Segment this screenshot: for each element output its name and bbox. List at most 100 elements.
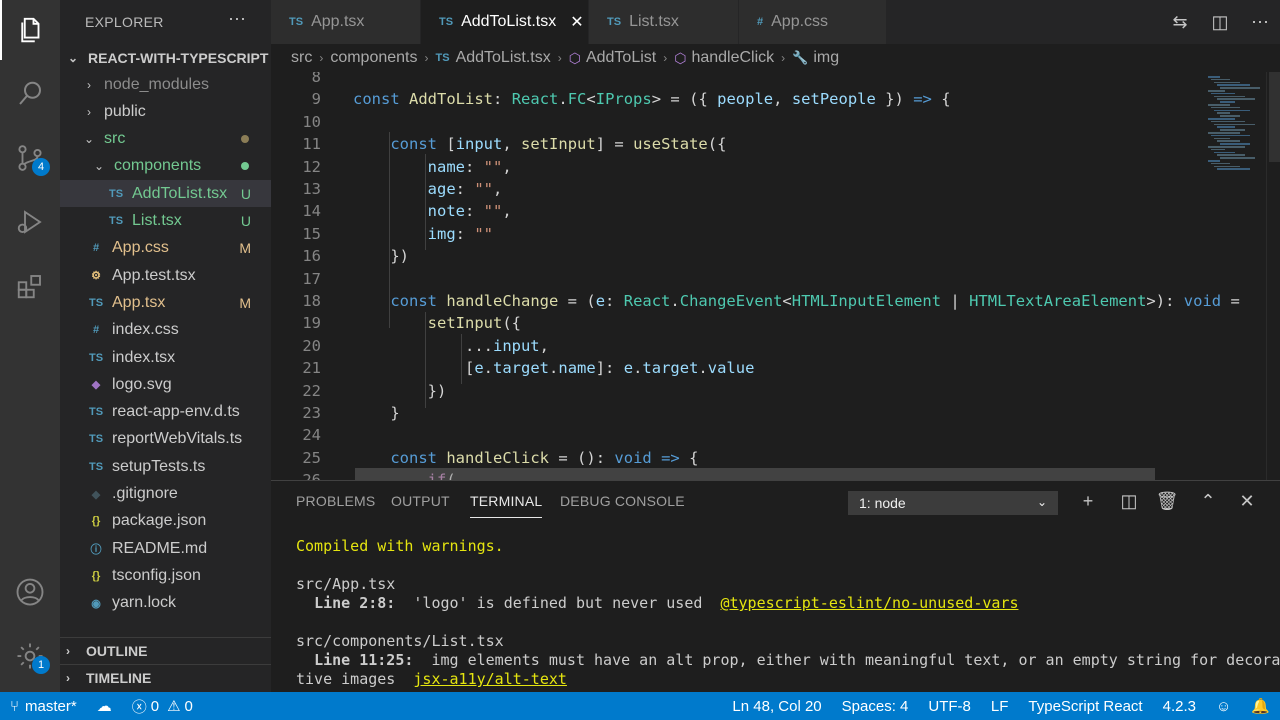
- feedback-icon[interactable]: ☺: [1216, 698, 1231, 715]
- notifications-icon[interactable]: 🔔: [1251, 697, 1270, 715]
- terminal-select[interactable]: 1: node ⌄: [848, 491, 1058, 515]
- editor-tab[interactable]: # App.css: [739, 0, 887, 44]
- code-line[interactable]: 10: [271, 111, 1280, 133]
- tree-item[interactable]: ◆ logo.svg: [60, 371, 271, 398]
- end-of-line[interactable]: LF: [991, 698, 1009, 715]
- code-line[interactable]: 24: [271, 424, 1280, 446]
- breadcrumb-item[interactable]: AddToList.tsx: [456, 49, 551, 67]
- code-line[interactable]: 22 }): [271, 380, 1280, 402]
- editor-tab[interactable]: TS App.tsx: [271, 0, 421, 44]
- tree-item[interactable]: TS setupTests.ts: [60, 453, 271, 480]
- breadcrumb-item[interactable]: AddToList: [586, 49, 656, 67]
- files-icon: [21, 17, 40, 43]
- tree-item[interactable]: ◉ yarn.lock: [60, 590, 271, 617]
- terminal-output[interactable]: Compiled with warnings. src/App.tsx Line…: [296, 537, 1280, 689]
- breadcrumb-item[interactable]: handleClick: [691, 49, 774, 67]
- language-mode[interactable]: TypeScript React: [1028, 698, 1142, 715]
- tree-item-label: reportWebVitals.ts: [112, 430, 243, 448]
- search-activity-button[interactable]: [0, 64, 60, 124]
- run-debug-activity-button[interactable]: [0, 192, 60, 252]
- scrollbar-thumb[interactable]: [1269, 72, 1280, 162]
- code-line[interactable]: 12 name: "",: [271, 156, 1280, 178]
- maximize-panel-icon[interactable]: ⌃: [1196, 491, 1220, 515]
- vertical-scrollbar[interactable]: [1266, 72, 1280, 480]
- split-editor-icon[interactable]: ◫: [1200, 12, 1240, 33]
- close-panel-icon[interactable]: ✕: [1235, 491, 1259, 515]
- code-line[interactable]: 17: [271, 268, 1280, 290]
- accounts-activity-button[interactable]: [0, 562, 60, 622]
- line-number: 14: [302, 202, 321, 221]
- problems-item[interactable]: ⓧ 0 ⚠ 0: [132, 696, 193, 717]
- tree-item[interactable]: TS index.tsx: [60, 344, 271, 371]
- code-line[interactable]: 18 const handleChange = (e: React.Change…: [271, 290, 1280, 312]
- more-actions-icon[interactable]: ⋯: [1240, 12, 1280, 33]
- code-line[interactable]: 13 age: "",: [271, 178, 1280, 200]
- tree-item[interactable]: TS App.tsx M: [60, 289, 271, 316]
- tree-item[interactable]: ⓘ README.md: [60, 535, 271, 562]
- outline-section[interactable]: › OUTLINE: [60, 637, 271, 664]
- breadcrumb-item[interactable]: img: [813, 49, 839, 67]
- tree-item[interactable]: ◆ .gitignore: [60, 481, 271, 508]
- tree-item-label: public: [104, 102, 146, 120]
- code-line[interactable]: 23 }: [271, 402, 1280, 424]
- timeline-section[interactable]: › TIMELINE: [60, 664, 271, 691]
- trash-icon[interactable]: 🗑: [1155, 491, 1179, 515]
- code-line[interactable]: 21 [e.target.name]: e.target.value: [271, 357, 1280, 379]
- tree-item[interactable]: TS List.tsx U: [60, 208, 271, 235]
- panel-tab[interactable]: TERMINAL: [470, 493, 543, 518]
- horizontal-scrollbar[interactable]: [355, 468, 1155, 480]
- tree-item[interactable]: › public: [60, 98, 271, 125]
- split-terminal-icon[interactable]: ◫: [1117, 491, 1141, 515]
- tree-item[interactable]: ⚙ App.test.tsx: [60, 262, 271, 289]
- code-line[interactable]: 8: [271, 72, 1280, 88]
- run-debug-icon: [17, 210, 42, 234]
- breadcrumb-item[interactable]: src: [291, 49, 312, 67]
- warning-rule-link-2[interactable]: jsx-a11y/alt-text: [413, 670, 567, 688]
- tree-item[interactable]: ⌄ components: [60, 153, 271, 180]
- code-line[interactable]: 11 const [input, setInput] = useState({: [271, 133, 1280, 155]
- warning-rule-link-1[interactable]: @typescript-eslint/no-unused-vars: [720, 594, 1018, 612]
- tree-item[interactable]: TS reportWebVitals.ts: [60, 426, 271, 453]
- tree-item[interactable]: {} package.json: [60, 508, 271, 535]
- code-line[interactable]: 25 const handleClick = (): void => {: [271, 447, 1280, 469]
- panel-tab[interactable]: DEBUG CONSOLE: [560, 493, 685, 509]
- code-text: note: "",: [427, 202, 512, 221]
- manage-activity-button[interactable]: 1: [0, 626, 60, 686]
- code-line[interactable]: 16 }): [271, 245, 1280, 267]
- indentation[interactable]: Spaces: 4: [842, 698, 909, 715]
- code-line[interactable]: 9 const AddToList: React.FC<IProps> = ({ …: [271, 88, 1280, 110]
- editor-tab[interactable]: TS AddToList.tsx ✕: [421, 0, 589, 44]
- panel-tab[interactable]: OUTPUT: [391, 493, 450, 509]
- breadcrumb-item[interactable]: components: [330, 49, 417, 67]
- tree-item[interactable]: # App.css M: [60, 235, 271, 262]
- panel-tab[interactable]: PROBLEMS: [296, 493, 375, 509]
- explorer-activity-button[interactable]: [0, 0, 60, 60]
- tree-item[interactable]: TS AddToList.tsx U: [60, 180, 271, 208]
- source-control-activity-button[interactable]: 4: [0, 128, 60, 188]
- extensions-activity-button[interactable]: [0, 256, 60, 316]
- ts-file-icon: TS: [88, 351, 104, 364]
- code-line[interactable]: 14 note: "",: [271, 200, 1280, 222]
- tree-item[interactable]: {} tsconfig.json: [60, 562, 271, 589]
- tree-item[interactable]: › node_modules: [60, 71, 271, 98]
- tree-item[interactable]: TS react-app-env.d.ts: [60, 399, 271, 426]
- explorer-more-button[interactable]: ···: [228, 8, 246, 29]
- minimap-line: [1208, 118, 1235, 120]
- code-line[interactable]: 20 ...input,: [271, 335, 1280, 357]
- tree-item[interactable]: ⌄ src: [60, 126, 271, 153]
- code-editor[interactable]: 8 9 const AddToList: React.FC<IProps> = ({…: [271, 72, 1280, 480]
- project-root[interactable]: ⌄ REACT-WITH-TYPESCRIPT: [60, 44, 271, 71]
- code-line[interactable]: 15 img: "": [271, 223, 1280, 245]
- tree-item[interactable]: # index.css: [60, 317, 271, 344]
- new-terminal-icon[interactable]: +: [1076, 491, 1100, 515]
- close-icon[interactable]: ✕: [570, 12, 583, 32]
- branch-item[interactable]: ⑂ master*: [10, 698, 77, 715]
- minimap[interactable]: [1204, 72, 1264, 480]
- encoding[interactable]: UTF-8: [928, 698, 971, 715]
- ts-version[interactable]: 4.2.3: [1163, 698, 1196, 715]
- editor-tab[interactable]: TS List.tsx: [589, 0, 739, 44]
- cursor-position[interactable]: Ln 48, Col 20: [732, 698, 821, 715]
- compare-icon[interactable]: ⇆: [1160, 12, 1200, 33]
- code-line[interactable]: 19 setInput({: [271, 312, 1280, 334]
- sync-item[interactable]: ☁: [97, 697, 112, 715]
